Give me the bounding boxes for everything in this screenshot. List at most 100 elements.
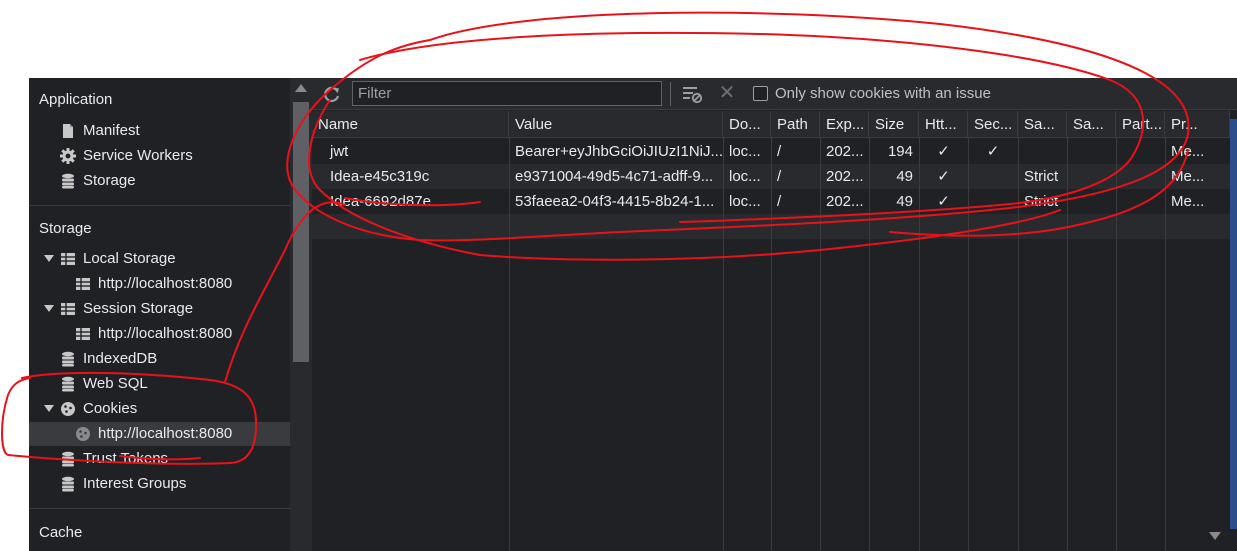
sidebar-item-local-storage-origin[interactable]: http://localhost:8080 [74, 271, 232, 296]
column-divider [1116, 138, 1117, 551]
sidebar-item-service-workers[interactable]: Service Workers [59, 143, 193, 168]
sidebar-item-trust-tokens[interactable]: Trust Tokens [59, 446, 168, 471]
sidebar-item-session-storage[interactable]: Session Storage [59, 296, 193, 321]
cell-priority: Me... [1171, 193, 1205, 210]
sidebar-scrollbar[interactable] [290, 78, 312, 551]
close-icon[interactable]: ✕ [716, 82, 738, 104]
sidebar-item-interest-groups[interactable]: Interest Groups [59, 471, 186, 496]
cell-partition-key [1116, 189, 1165, 214]
sidebar-item-label: Session Storage [83, 300, 194, 317]
column-header-priority[interactable]: Pr... [1165, 111, 1230, 138]
table-grid-icon [74, 275, 92, 293]
only-issue-label: Only show cookies with an issue [775, 85, 991, 102]
cell-samesite [1018, 139, 1067, 164]
sidebar-item-label: Trust Tokens [83, 450, 169, 467]
only-issue-checkbox[interactable] [753, 86, 768, 101]
clear-filtered-cookies-button[interactable] [681, 83, 703, 105]
column-header-value[interactable]: Value [509, 111, 723, 138]
column-divider [771, 138, 772, 551]
cell-sameparty [1067, 139, 1116, 164]
sidebar-item-websql[interactable]: Web SQL [59, 371, 148, 396]
table-scrollbar[interactable] [1230, 119, 1237, 529]
cell-size: 194 [887, 143, 913, 160]
sidebar-item-manifest[interactable]: Manifest [59, 118, 140, 143]
sidebar-item-cookies-origin[interactable]: http://localhost:8080 [74, 421, 232, 446]
sidebar-item-label: Service Workers [83, 147, 193, 164]
scrollbar-thumb[interactable] [293, 102, 309, 362]
expand-arrow-icon[interactable] [44, 305, 54, 312]
sidebar-item-indexeddb[interactable]: IndexedDB [59, 346, 157, 371]
cell-size: 49 [896, 168, 913, 185]
cell-name: jwt [330, 143, 349, 160]
expand-arrow-icon[interactable] [44, 255, 54, 262]
cell-secure [968, 164, 1018, 189]
section-title-storage: Storage [39, 220, 92, 237]
cell-httponly: ✓ [937, 168, 950, 185]
cell-expires: 202... [826, 193, 864, 210]
sidebar-item-local-storage[interactable]: Local Storage [59, 246, 176, 271]
sidebar-item-label: Manifest [83, 122, 140, 139]
cell-path: / [777, 143, 782, 160]
sidebar-item-label: http://localhost:8080 [98, 325, 233, 342]
cookies-panel: ✕ Only show cookies with an issue Name V… [312, 78, 1237, 551]
cell-path: / [777, 168, 782, 185]
cell-samesite: Strict [1024, 168, 1059, 185]
cell-value: Bearer+eyJhbGciOiJIUzI1NiJ... [515, 143, 723, 160]
divider [29, 508, 290, 509]
cell-path: / [777, 193, 782, 210]
column-divider [1165, 138, 1166, 551]
column-header-sameparty[interactable]: Sa... [1067, 111, 1116, 138]
sidebar-item-label: http://localhost:8080 [98, 275, 233, 292]
database-icon [59, 475, 77, 493]
cookie-icon [59, 400, 77, 418]
column-header-domain[interactable]: Do... [723, 111, 771, 138]
column-divider [820, 138, 821, 551]
sidebar-item-cookies[interactable]: Cookies [59, 396, 137, 421]
column-header-secure[interactable]: Sec... [968, 111, 1018, 138]
column-divider [1018, 138, 1019, 551]
column-header-path[interactable]: Path [771, 111, 820, 138]
cell-domain: loc... [729, 168, 761, 185]
cell-name: Idea-e45c319c [330, 168, 430, 185]
database-icon [59, 172, 77, 190]
cookie-icon [74, 425, 92, 443]
column-header-name[interactable]: Name [312, 111, 509, 138]
filter-input[interactable] [352, 81, 662, 106]
cell-partition-key [1116, 139, 1165, 164]
sidebar-item-storage[interactable]: Storage [59, 168, 136, 193]
database-icon [59, 350, 77, 368]
sidebar: Application Manifest Service Workers Sto… [29, 78, 290, 551]
sidebar-item-label: http://localhost:8080 [98, 425, 233, 442]
sidebar-item-session-storage-origin[interactable]: http://localhost:8080 [74, 321, 232, 346]
cell-samesite: Strict [1024, 193, 1059, 210]
column-divider [968, 138, 969, 551]
sidebar-item-label: Local Storage [83, 250, 176, 267]
cell-domain: loc... [729, 193, 761, 210]
column-header-size[interactable]: Size [869, 111, 919, 138]
cell-name: Idea-6692d87e [330, 193, 431, 210]
cell-sameparty [1067, 189, 1116, 214]
cell-secure [968, 189, 1018, 214]
sidebar-item-label: Web SQL [83, 375, 148, 392]
cell-expires: 202... [826, 168, 864, 185]
refresh-button[interactable] [322, 85, 342, 105]
section-title-cache: Cache [39, 524, 83, 541]
cell-httponly: ✓ [937, 193, 950, 210]
column-header-expires[interactable]: Exp... [820, 111, 869, 138]
cell-priority: Me... [1171, 143, 1205, 160]
table-grid-icon [59, 250, 77, 268]
toolbar: ✕ Only show cookies with an issue [312, 78, 1237, 110]
section-title-application: Application [39, 91, 113, 108]
cell-sameparty [1067, 164, 1116, 189]
scroll-up-arrow-icon[interactable] [295, 84, 307, 92]
scroll-down-arrow-icon[interactable] [1209, 532, 1221, 540]
column-header-samesite[interactable]: Sa... [1018, 111, 1067, 138]
gear-icon [59, 147, 77, 165]
toolbar-separator [670, 82, 671, 106]
column-divider [723, 138, 724, 551]
column-header-httponly[interactable]: Htt... [919, 111, 968, 138]
expand-arrow-icon[interactable] [44, 405, 54, 412]
clear-filtered-icon [683, 87, 703, 104]
cell-secure: ✓ [986, 143, 1000, 160]
column-header-partition-key[interactable]: Part... [1116, 111, 1165, 138]
